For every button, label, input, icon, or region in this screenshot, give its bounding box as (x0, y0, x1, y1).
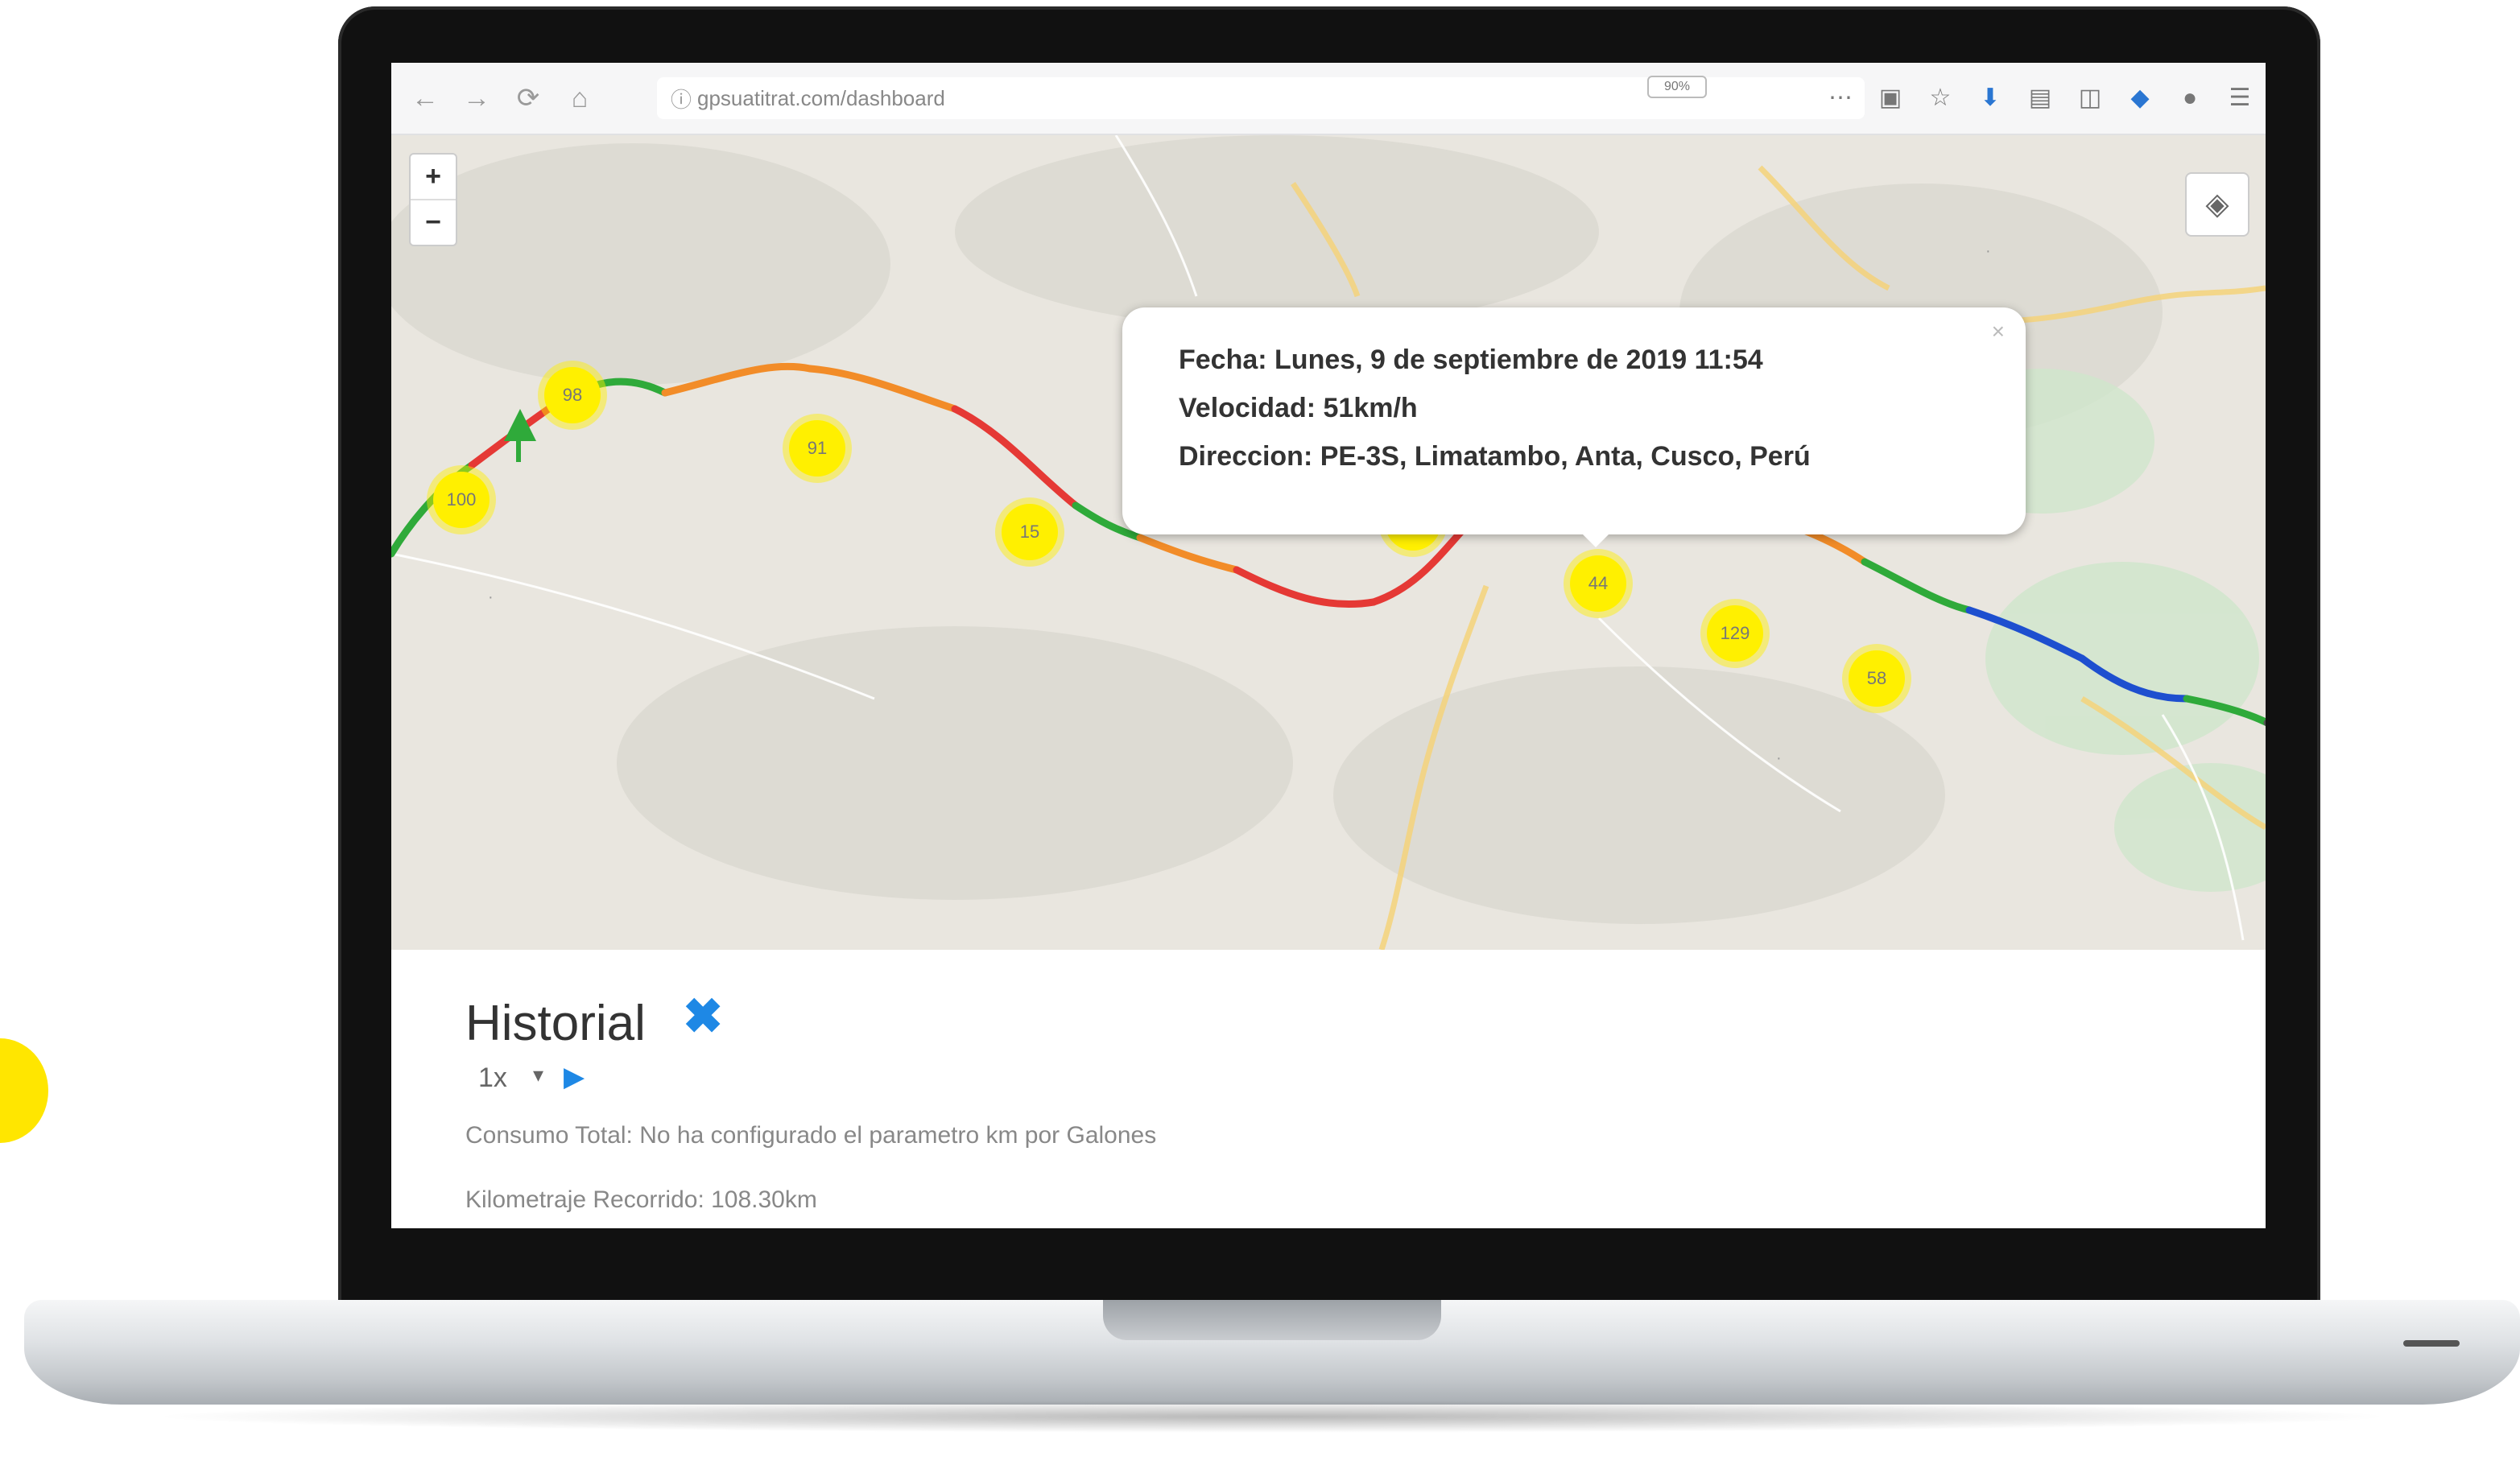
speed-marker[interactable]: 100 (433, 472, 490, 528)
historial-panel: Historial ✖ 1x ▾ ▶ Consumo Total: No ha … (391, 950, 2266, 1228)
speed-marker[interactable]: 98 (544, 367, 601, 423)
popup-close-icon[interactable]: × (1992, 319, 2005, 344)
kilometraje-text: Kilometraje Recorrido: 108.30km (465, 1186, 817, 1213)
menu-icon[interactable]: ☰ (2222, 77, 2258, 119)
zoom-control: + − (409, 153, 457, 246)
library-icon[interactable]: ▤ (2022, 77, 2058, 119)
zoom-level-badge[interactable]: 90% (1647, 76, 1707, 98)
pocket-icon[interactable]: ▣ (1873, 77, 1908, 119)
svg-text:·: · (488, 588, 494, 606)
popup-velocidad: Velocidad: 51km/h (1179, 393, 1418, 423)
browser-toolbar: ← → ⟳ ⌂ ⓘ gpsuatitrat.com/dashboard ⋯ ▣ … (391, 63, 2266, 135)
popup-direccion: Direccion: PE-3S, Limatambo, Anta, Cusco… (1179, 441, 1811, 472)
svg-text:·: · (1985, 242, 1991, 260)
consumo-text: Consumo Total: No ha configurado el para… (465, 1122, 1157, 1149)
playback-speed-select[interactable]: 1x (478, 1062, 507, 1094)
download-icon[interactable]: ⬇ (1973, 77, 2008, 119)
decorative-yellow-circle (0, 1038, 48, 1143)
page-actions-icon[interactable]: ⋯ (1823, 77, 1858, 119)
laptop-notch (1103, 1300, 1441, 1340)
extension-icon[interactable]: ◆ (2122, 77, 2158, 119)
close-icon[interactable]: ✖ (683, 988, 723, 1045)
laptop-screen: ← → ⟳ ⌂ ⓘ gpsuatitrat.com/dashboard ⋯ ▣ … (391, 63, 2266, 1228)
laptop-shadow (145, 1401, 2399, 1433)
popup-tip (1578, 530, 1613, 547)
account-icon[interactable]: ● (2172, 77, 2208, 119)
speed-marker[interactable]: 58 (1849, 650, 1905, 707)
speed-marker[interactable]: 91 (789, 420, 845, 477)
popup-fecha: Fecha: Lunes, 9 de septiembre de 2019 11… (1179, 344, 1763, 375)
sidebar-icon[interactable]: ◫ (2072, 77, 2108, 119)
back-icon[interactable]: ← (407, 80, 443, 116)
panel-title: Historial (465, 996, 646, 1051)
laptop-slot (2403, 1340, 2460, 1347)
chevron-down-icon[interactable]: ▾ (533, 1062, 543, 1087)
play-icon[interactable]: ▶ (564, 1061, 585, 1093)
speed-marker[interactable]: 15 (1002, 504, 1058, 560)
location-popup: × Fecha: Lunes, 9 de septiembre de 2019 … (1122, 307, 2026, 534)
speed-marker[interactable]: 44 (1570, 555, 1626, 612)
toolbar-right-icons: ⋯ ▣ ☆ ⬇ ▤ ◫ ◆ ● ☰ (1823, 77, 2258, 119)
reload-icon[interactable]: ⟳ (510, 80, 546, 116)
home-icon[interactable]: ⌂ (562, 80, 597, 116)
layers-icon[interactable]: ◈ (2185, 172, 2249, 237)
zoom-out-button[interactable]: − (411, 199, 456, 245)
page-info-icon[interactable]: ⓘ (665, 84, 697, 113)
zoom-in-button[interactable]: + (411, 155, 456, 199)
map[interactable]: · · · + − ◈ 100 98 91 15 71 54 44 129 58… (391, 135, 2266, 950)
speed-marker[interactable]: 129 (1707, 605, 1763, 662)
url-text: gpsuatitrat.com/dashboard (697, 85, 945, 110)
svg-text:·: · (1776, 749, 1782, 767)
map-canvas: · · · (391, 135, 2266, 950)
bookmark-star-icon[interactable]: ☆ (1923, 77, 1958, 119)
forward-icon[interactable]: → (459, 80, 494, 116)
